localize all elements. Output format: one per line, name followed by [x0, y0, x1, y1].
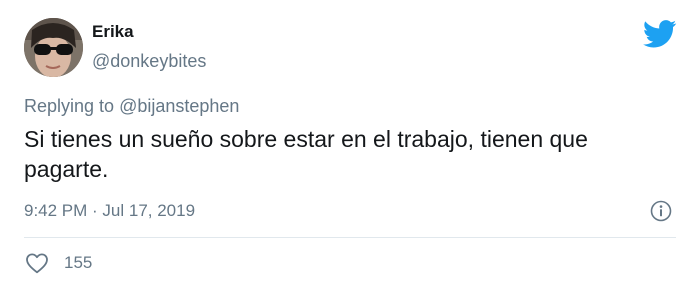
author-handle[interactable]: @donkeybites: [92, 51, 206, 72]
like-count[interactable]: 155: [64, 253, 92, 273]
author-name[interactable]: Erika: [92, 22, 134, 42]
divider: [24, 237, 676, 238]
heart-icon[interactable]: [25, 252, 49, 274]
avatar-image: [24, 18, 83, 77]
replying-to: Replying to @bijanstephen: [24, 96, 239, 117]
tweet-text: Si tienes un sueño sobre estar en el tra…: [24, 126, 588, 182]
reply-to-user-link[interactable]: @bijanstephen: [119, 96, 239, 116]
replying-to-label: Replying to: [24, 96, 115, 116]
tweet-timestamp[interactable]: 9:42 PM · Jul 17, 2019: [24, 201, 195, 221]
info-icon[interactable]: [650, 200, 672, 222]
tweet-card: Erika @donkeybites Replying to @bijanste…: [0, 0, 700, 289]
twitter-bird-icon[interactable]: [643, 20, 677, 48]
avatar[interactable]: [24, 18, 83, 77]
